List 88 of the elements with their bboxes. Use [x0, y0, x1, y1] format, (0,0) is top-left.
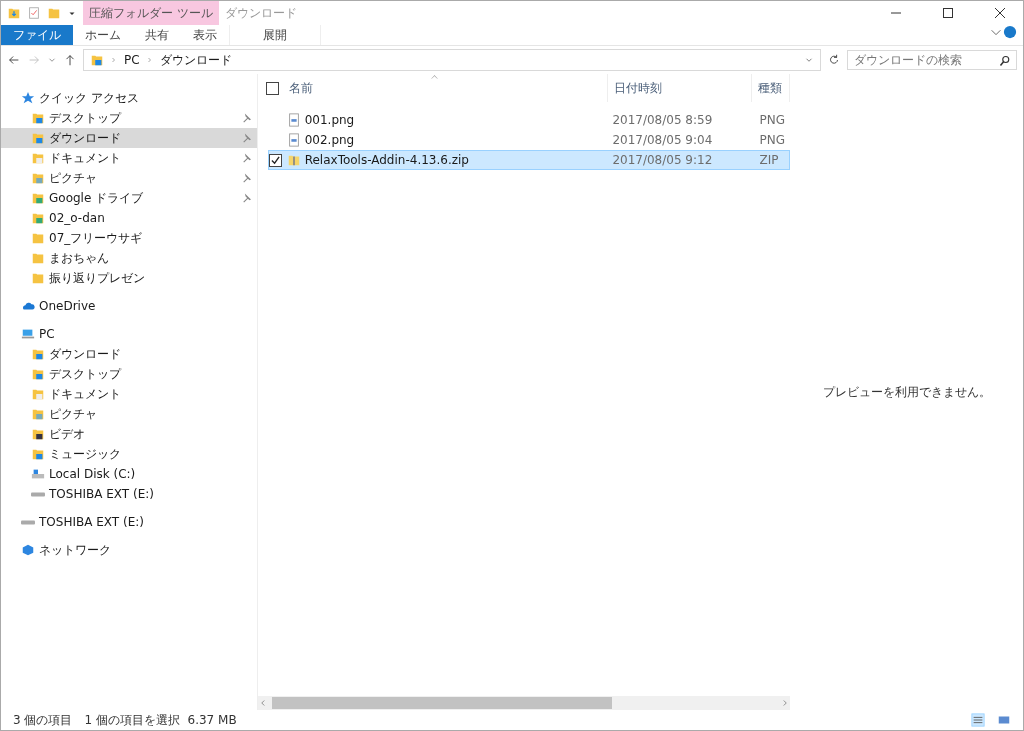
nav-item[interactable]: ダウンロード	[1, 344, 257, 364]
folder-icon	[31, 271, 45, 285]
nav-item[interactable]: Local Disk (C:)	[1, 464, 257, 484]
nav-item[interactable]: TOSHIBA EXT (E:)	[1, 512, 257, 532]
nav-item[interactable]: PC	[1, 324, 257, 344]
nav-item[interactable]: ドキュメント	[1, 384, 257, 404]
preview-message: プレビューを利用できません。	[822, 383, 991, 401]
forward-icon	[27, 53, 41, 67]
file-date: 2017/08/05 9:04	[612, 133, 714, 147]
nav-item[interactable]: Google ドライブ	[1, 188, 257, 208]
nav-item[interactable]: ピクチャ	[1, 404, 257, 424]
star-icon	[21, 91, 35, 105]
file-type: PNG	[759, 113, 787, 127]
column-header[interactable]: 種類	[751, 74, 790, 102]
file-row[interactable]: 002.png 2017/08/05 9:04 PNG	[268, 130, 790, 150]
image-file-icon	[286, 133, 301, 147]
nav-item[interactable]: 02_o-dan	[1, 208, 257, 228]
disk-icon	[31, 467, 45, 481]
download-folder-icon	[90, 53, 104, 67]
breadcrumb[interactable]: PC	[124, 53, 140, 67]
nav-item[interactable]: ドキュメント	[1, 148, 257, 168]
nav-item[interactable]: ビデオ	[1, 424, 257, 444]
ribbon-tab[interactable]: 展開	[229, 25, 321, 45]
help-icon	[1003, 25, 1017, 39]
folder-icon	[31, 191, 45, 205]
folder-icon	[31, 407, 45, 421]
nav-item[interactable]: 07_フリーウサギ	[1, 228, 257, 248]
item-count: 3 個の項目	[13, 711, 73, 729]
folder-icon	[31, 111, 45, 125]
address-bar[interactable]: PC ダウンロード	[83, 49, 821, 71]
ribbon-tab[interactable]: ファイル	[1, 25, 73, 45]
column-header[interactable]: 日付時刻	[608, 74, 752, 102]
folder-icon	[31, 387, 45, 401]
close-icon[interactable]	[995, 8, 1005, 18]
file-type: PNG	[759, 133, 787, 147]
nav-item[interactable]: まおちゃん	[1, 248, 257, 268]
folder-icon	[31, 231, 45, 245]
up-icon	[63, 53, 77, 67]
back-icon	[7, 53, 21, 67]
file-type: ZIP	[759, 153, 780, 167]
file-date: 2017/08/05 9:12	[612, 153, 714, 167]
network-icon	[21, 543, 35, 557]
image-file-icon	[286, 113, 301, 127]
nav-item[interactable]: ミュージック	[1, 444, 257, 464]
folder-icon	[31, 171, 45, 185]
window-title: ダウンロード	[224, 4, 298, 22]
nav-item[interactable]: 振り返りプレゼン	[1, 268, 257, 288]
file-date: 2017/08/05 8:59	[612, 113, 714, 127]
download-folder-icon	[31, 131, 45, 145]
drive-icon	[31, 491, 45, 497]
file-name: RelaxTools-Addin-4.13.6.zip	[304, 153, 469, 167]
context-tab-title: 圧縮フォルダー ツール	[83, 1, 219, 25]
folder-icon	[7, 6, 21, 20]
folder-icon	[31, 151, 45, 165]
folder-icon	[31, 367, 45, 381]
column-header[interactable]: 名前	[283, 74, 608, 102]
horizontal-scrollbar[interactable]	[258, 696, 790, 710]
download-folder-icon	[31, 347, 45, 361]
folder-icon	[31, 211, 45, 225]
selection-info: 1 個の項目を選択 6.37 MB	[84, 711, 237, 729]
search-field[interactable]: ダウンロードの検索	[847, 50, 1017, 70]
refresh-icon	[827, 53, 841, 67]
properties-icon	[27, 6, 41, 20]
file-row[interactable]: RelaxTools-Addin-4.13.6.zip 2017/08/05 9:12 ZIP	[268, 150, 790, 170]
breadcrumb[interactable]: ダウンロード	[159, 51, 232, 69]
nav-item[interactable]: デスクトップ	[1, 364, 257, 384]
folder-icon	[31, 251, 45, 265]
details-view-icon	[971, 713, 985, 727]
nav-item[interactable]: ネットワーク	[1, 540, 257, 560]
folder-icon	[31, 447, 45, 461]
row-checkbox[interactable]	[269, 153, 282, 167]
file-name: 002.png	[304, 133, 355, 147]
nav-item[interactable]: TOSHIBA EXT (E:)	[1, 484, 257, 504]
nav-item[interactable]: OneDrive	[1, 296, 257, 316]
file-name: 001.png	[304, 113, 355, 127]
zip-folder-icon	[286, 153, 301, 167]
file-row[interactable]: 001.png 2017/08/05 8:59 PNG	[268, 110, 790, 130]
nav-item[interactable]: ダウンロード	[1, 128, 257, 148]
computer-icon	[21, 327, 35, 341]
search-icon	[999, 54, 1011, 68]
folder-icon	[47, 6, 61, 20]
nav-item[interactable]: デスクトップ	[1, 108, 257, 128]
folder-icon	[31, 427, 45, 441]
nav-item[interactable]: クイック アクセス	[1, 88, 257, 108]
drive-icon	[21, 519, 35, 525]
nav-item[interactable]: ピクチャ	[1, 168, 257, 188]
select-all-checkbox[interactable]	[266, 81, 279, 95]
maximize-icon[interactable]	[943, 8, 953, 18]
